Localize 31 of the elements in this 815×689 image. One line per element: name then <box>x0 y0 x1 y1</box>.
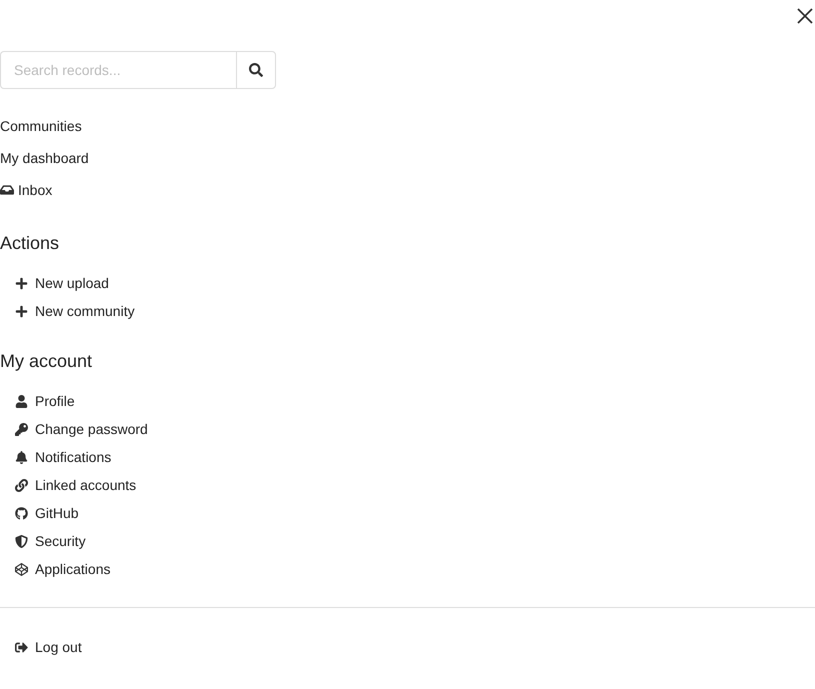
link-icon <box>15 478 28 492</box>
bell-icon <box>15 450 28 464</box>
search-button[interactable] <box>236 51 276 89</box>
menu-link[interactable]: Security <box>0 527 86 555</box>
menu-link[interactable]: Applications <box>0 555 110 583</box>
search-icon <box>249 63 263 77</box>
logout-icon <box>15 640 28 654</box>
inbox-icon <box>0 183 14 197</box>
nav-link[interactable]: Inbox <box>0 174 52 206</box>
menu-link[interactable]: New upload <box>0 269 109 297</box>
nav-link[interactable]: Communities <box>0 110 82 142</box>
plus-icon <box>15 276 28 290</box>
cube-outline-icon <box>15 562 28 576</box>
search-field[interactable]: Search records... <box>0 51 236 89</box>
key-icon <box>15 422 28 436</box>
nav-link[interactable]: My dashboard <box>0 142 89 174</box>
github-icon <box>15 506 28 520</box>
close-icon <box>797 8 813 24</box>
menu-link[interactable]: GitHub <box>0 499 79 527</box>
menu-link[interactable]: Change password <box>0 415 148 443</box>
section-heading: Actions <box>0 232 60 254</box>
menu-link[interactable]: Linked accounts <box>0 471 136 499</box>
logout-link[interactable]: Log out <box>0 633 82 661</box>
menu-link[interactable]: Notifications <box>0 443 112 471</box>
user-icon <box>15 394 28 408</box>
menu-link[interactable]: Profile <box>0 387 75 415</box>
shield-icon <box>15 534 28 548</box>
menu-link[interactable]: New community <box>0 297 135 325</box>
section-heading: My account <box>0 350 92 372</box>
close-button[interactable] <box>796 7 814 25</box>
plus-icon <box>15 304 28 318</box>
